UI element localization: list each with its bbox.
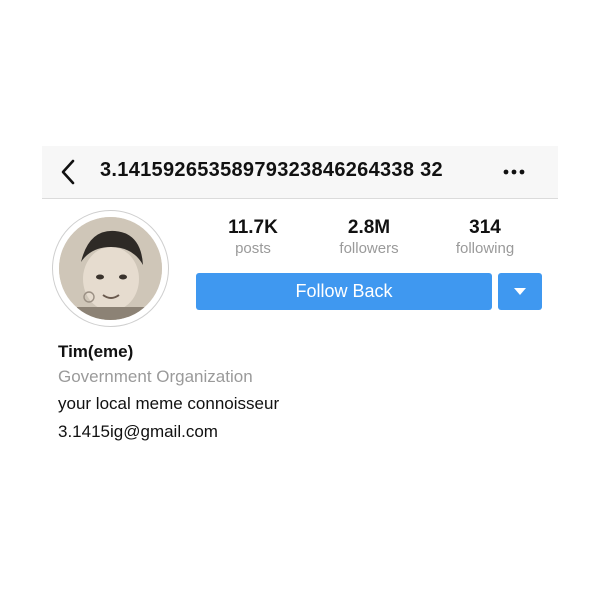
category-label: Government Organization xyxy=(58,367,253,386)
following-stat[interactable]: 314 following xyxy=(430,216,540,258)
more-options-button[interactable] xyxy=(500,160,528,184)
more-horizontal-icon xyxy=(503,169,525,175)
profile-photo xyxy=(59,217,162,320)
bio-text: your local meme connoisseur xyxy=(58,394,280,413)
suggested-accounts-dropdown-button[interactable] xyxy=(498,273,542,310)
profile-header-bar: 3.14159265358979323846264338 32 xyxy=(42,146,558,199)
followers-stat[interactable]: 2.8M followers xyxy=(314,216,424,258)
profile-bio: Tim(eme) Government Organization your lo… xyxy=(58,340,279,446)
followers-label: followers xyxy=(339,240,399,257)
posts-count: 11.7K xyxy=(228,217,278,238)
avatar[interactable] xyxy=(52,210,169,327)
posts-label: posts xyxy=(235,240,271,257)
back-button[interactable] xyxy=(54,156,82,188)
username-title: 3.14159265358979323846264338 32 xyxy=(100,159,443,181)
following-label: following xyxy=(455,240,515,257)
chevron-left-icon xyxy=(61,159,75,185)
posts-stat: 11.7K posts xyxy=(198,216,308,258)
following-count: 314 xyxy=(469,217,501,238)
email-text[interactable]: 3.1415ig@gmail.com xyxy=(58,418,279,446)
caret-down-icon xyxy=(514,287,526,295)
follow-back-button[interactable]: Follow Back xyxy=(196,273,492,310)
followers-count: 2.8M xyxy=(347,217,391,238)
display-name: Tim(eme) xyxy=(58,342,134,361)
